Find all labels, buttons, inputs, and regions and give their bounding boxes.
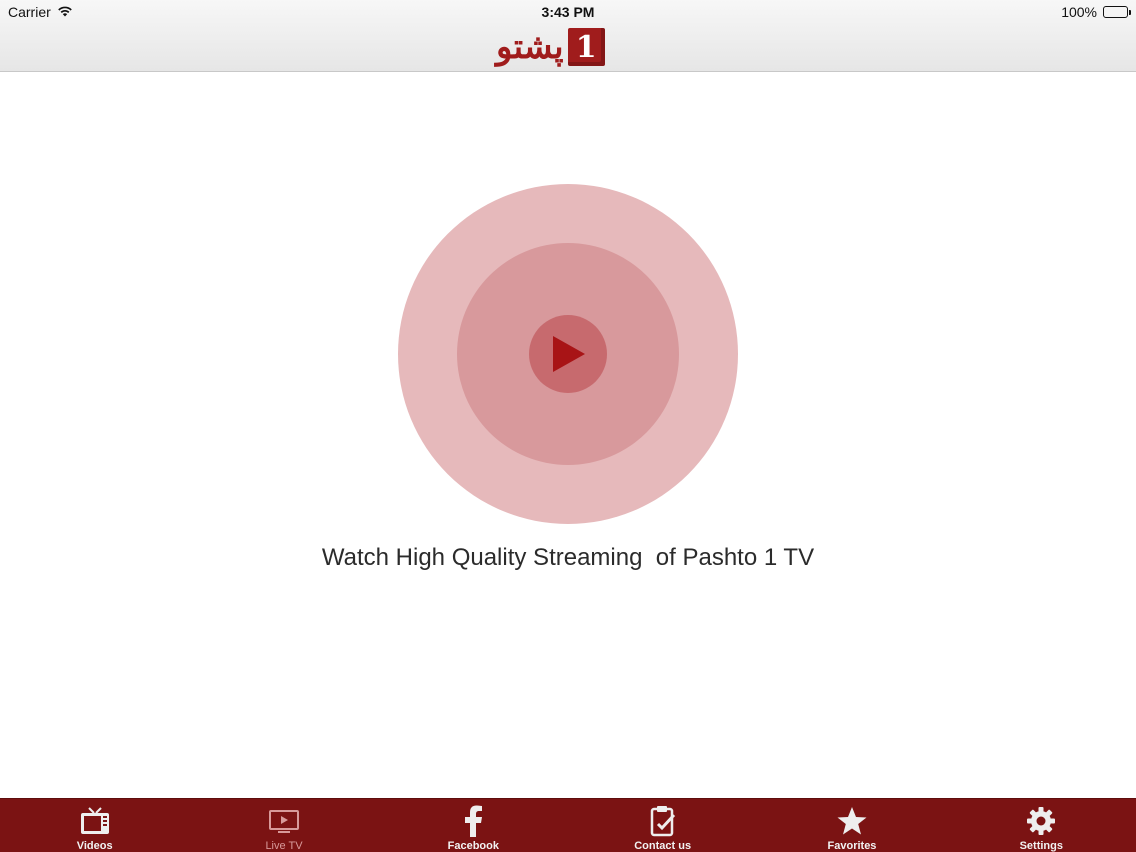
wifi-icon [57,4,73,20]
tab-label: Contact us [634,840,692,852]
tab-contact-us[interactable]: Contact us [568,799,757,852]
status-time: 3:43 PM [541,4,595,20]
tab-videos[interactable]: Videos [0,799,189,852]
tab-live-tv[interactable]: Live TV [189,799,378,852]
status-bar: Carrier 3:43 PM 100% [0,0,1136,24]
tab-facebook[interactable]: Facebook [379,799,568,852]
clipboard-check-icon [646,805,680,837]
logo-text: پشتو [496,27,564,67]
carrier-label: Carrier [8,4,51,20]
play-ring-inner [529,315,607,393]
logo-mark: 1 [567,28,605,66]
facebook-icon [456,805,490,837]
tab-favorites[interactable]: Favorites [757,799,946,852]
gear-icon [1024,805,1058,837]
battery-icon [1103,6,1131,18]
tab-label: Settings [1019,840,1063,852]
battery-percent: 100% [1061,4,1097,20]
tab-label: Facebook [447,840,499,852]
live-tv-icon [267,805,301,837]
star-icon [835,805,869,837]
play-ring-middle [457,243,679,465]
live-stream-play-button[interactable] [398,184,738,524]
main-content: Watch High Quality Streaming of Pashto 1… [0,72,1136,798]
tab-label: Videos [76,840,113,852]
tab-label: Favorites [827,840,877,852]
tv-icon [78,805,112,837]
tab-settings[interactable]: Settings [947,799,1136,852]
tab-label: Live TV [265,840,303,852]
play-icon [553,336,585,372]
tab-bar: Videos Live TV Facebook Contact us Favor… [0,798,1136,852]
app-logo: 1 پشتو [496,28,642,66]
stream-caption: Watch High Quality Streaming of Pashto 1… [321,544,815,571]
